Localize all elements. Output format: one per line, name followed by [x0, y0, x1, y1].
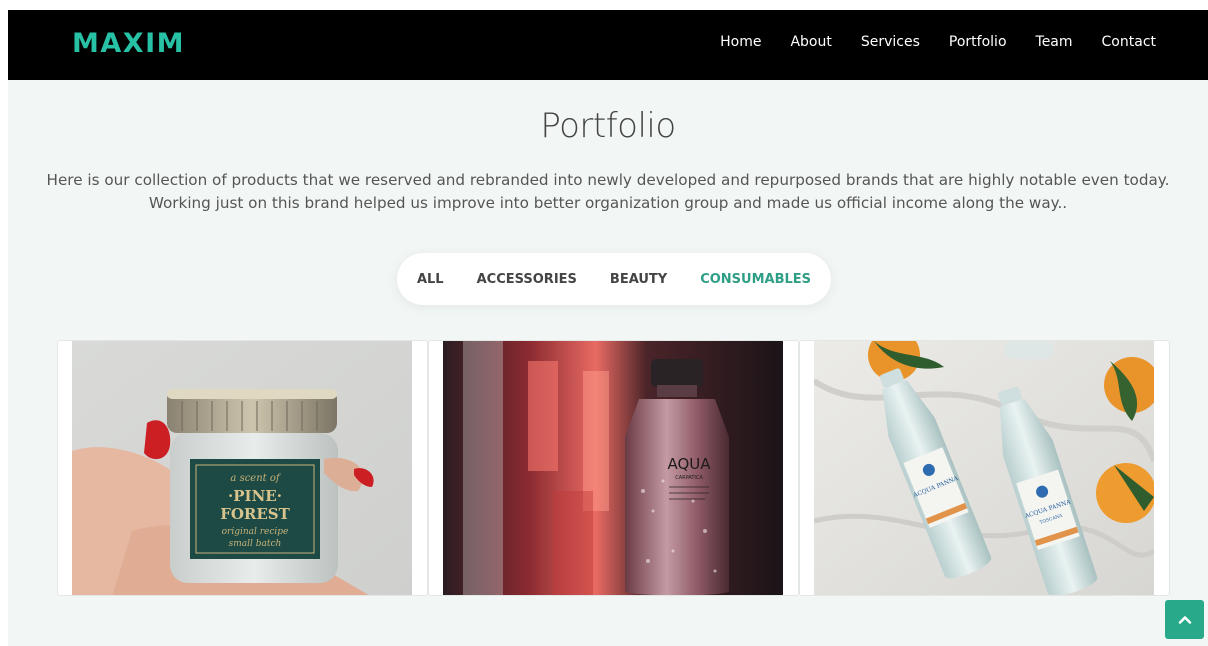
pine-forest-jar-image: a scent of ·PINE· FOREST original recipe… — [72, 341, 412, 595]
aqua-bottle-image: AQUA CARPATICA — [443, 341, 783, 595]
description-line-1: Here is our collection of products that … — [46, 171, 1170, 189]
svg-text:·PINE·: ·PINE· — [228, 487, 282, 505]
nav-team[interactable]: Team — [1036, 34, 1073, 50]
acqua-panna-image: ACQUA PANNA ACQUA PANNA TOSCANA — [814, 341, 1154, 595]
filter-beauty[interactable]: BEAUTY — [610, 272, 667, 287]
section-description: Here is our collection of products that … — [28, 169, 1188, 215]
nav-services[interactable]: Services — [861, 34, 920, 50]
page-frame: MAXIM Home About Services Portfolio Team… — [8, 10, 1208, 646]
section-title: Portfolio — [540, 106, 676, 146]
svg-text:a scent of: a scent of — [230, 473, 281, 484]
navbar: MAXIM Home About Services Portfolio Team… — [8, 10, 1208, 80]
svg-text:FOREST: FOREST — [220, 505, 290, 523]
filter-accessories[interactable]: ACCESSORIES — [477, 272, 577, 287]
portfolio-item-pine-forest[interactable]: a scent of ·PINE· FOREST original recipe… — [57, 340, 428, 596]
scroll-to-top-button[interactable] — [1165, 600, 1204, 639]
portfolio-item-aqua-bottle[interactable]: AQUA CARPATICA — [428, 340, 799, 596]
filter-all[interactable]: ALL — [417, 272, 444, 287]
nav-home[interactable]: Home — [720, 34, 761, 50]
svg-text:small batch: small batch — [229, 539, 282, 549]
svg-text:original recipe: original recipe — [222, 527, 289, 537]
nav-contact[interactable]: Contact — [1102, 34, 1156, 50]
svg-text:CARPATICA: CARPATICA — [675, 475, 703, 481]
portfolio-item-acqua-panna[interactable]: ACQUA PANNA ACQUA PANNA TOSCANA — [799, 340, 1170, 596]
main-nav: Home About Services Portfolio Team Conta… — [720, 34, 1156, 50]
nav-portfolio[interactable]: Portfolio — [949, 34, 1007, 50]
description-line-2: Working just on this brand helped us imp… — [148, 194, 1068, 212]
portfolio-filters: ALL ACCESSORIES BEAUTY CONSUMABLES — [397, 253, 831, 305]
chevron-up-icon — [1178, 615, 1191, 624]
svg-text:AQUA: AQUA — [667, 455, 711, 473]
nav-about[interactable]: About — [790, 34, 831, 50]
filter-consumables[interactable]: CONSUMABLES — [700, 272, 811, 287]
brand-logo[interactable]: MAXIM — [72, 28, 185, 59]
